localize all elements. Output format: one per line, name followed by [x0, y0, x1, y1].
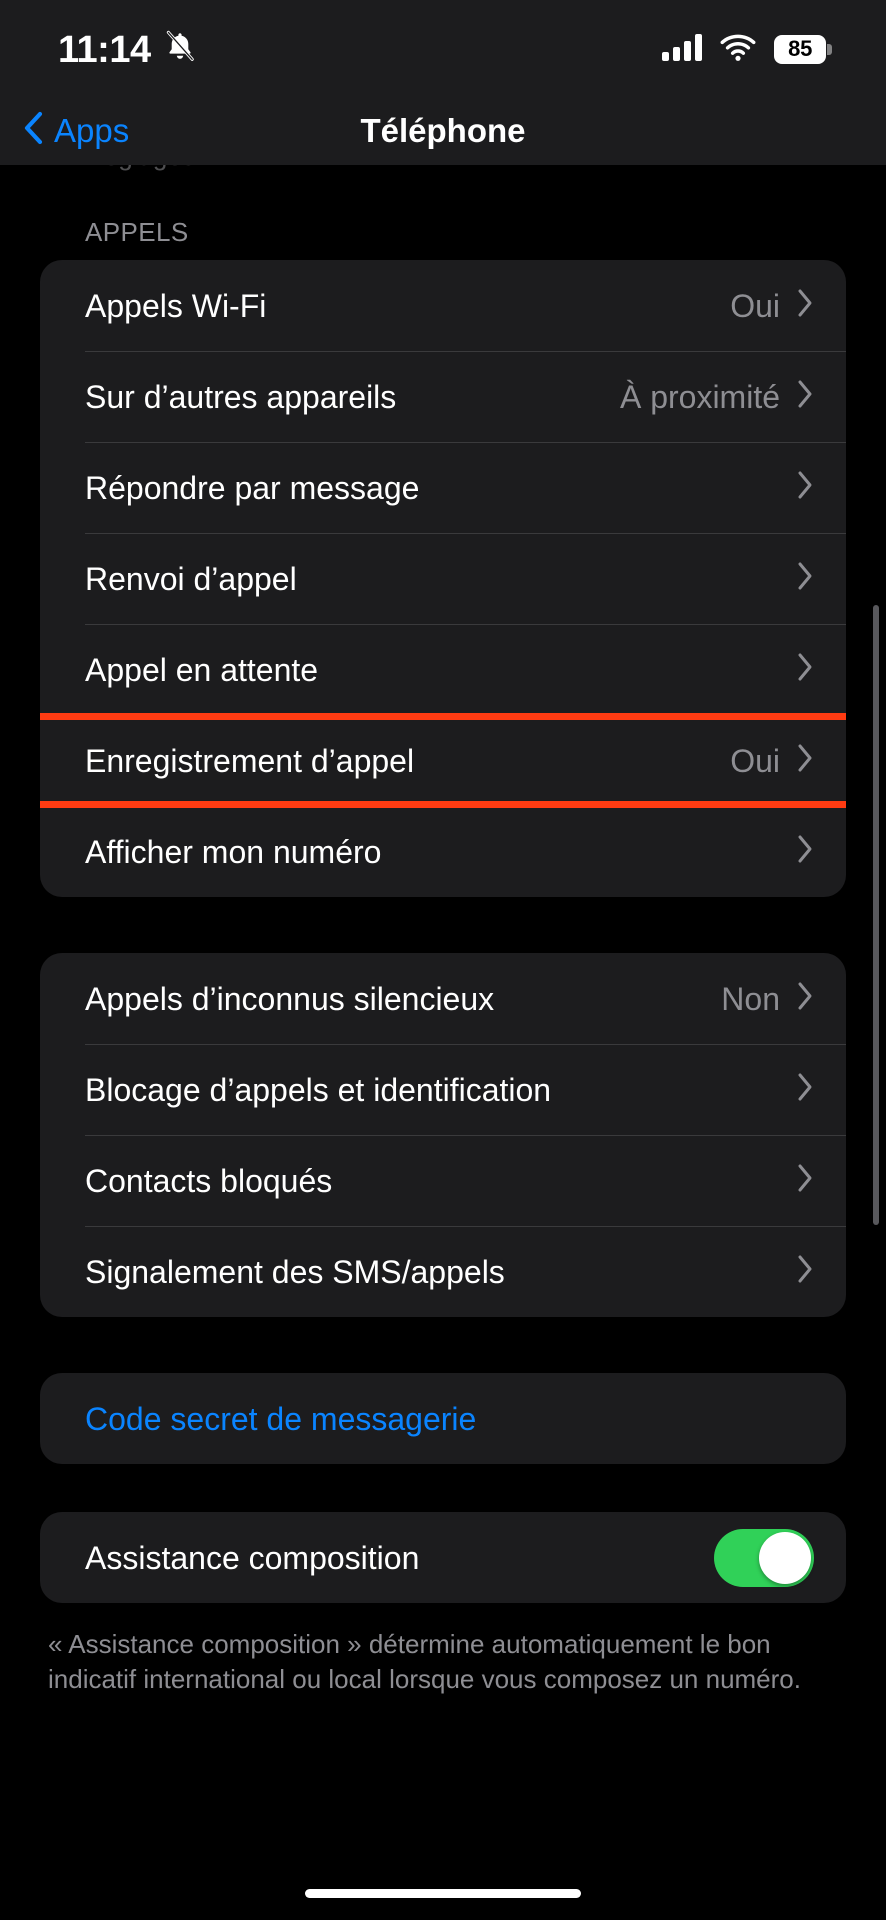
row-repondre-par-message[interactable]: Répondre par message	[40, 442, 846, 533]
chevron-right-icon	[796, 981, 814, 1016]
section-header-appels: APPELS	[85, 217, 189, 247]
row-label: Renvoi d’appel	[85, 560, 297, 597]
status-bar-right: 85	[662, 31, 832, 66]
battery-indicator: 85	[774, 34, 832, 64]
highlighted-row-wrapper: Enregistrement d’appel Oui	[40, 713, 846, 808]
battery-shell: 85	[774, 34, 827, 64]
assistance-composition-toggle[interactable]	[714, 1528, 814, 1587]
chevron-right-icon	[796, 652, 814, 687]
status-bar: 11:14 85	[0, 0, 886, 96]
back-button[interactable]: Apps	[22, 110, 129, 151]
toggle-knob	[759, 1531, 811, 1584]
row-label: Appel en attente	[85, 651, 319, 688]
row-renvoi-dappel[interactable]: Renvoi d’appel	[40, 533, 846, 624]
wifi-icon	[719, 33, 757, 66]
status-bar-left: 11:14	[58, 27, 195, 69]
chevron-right-icon	[796, 1254, 814, 1289]
row-separator	[85, 624, 846, 625]
row-label: Assistance composition	[85, 1539, 420, 1576]
row-label: Appels d’inconnus silencieux	[85, 980, 495, 1017]
chevron-right-icon	[796, 1163, 814, 1198]
row-label: Code secret de messagerie	[85, 1400, 477, 1437]
row-signalement-sms-appels[interactable]: Signalement des SMS/appels	[40, 1226, 846, 1317]
row-value: Oui	[730, 742, 780, 779]
row-value: À proximité	[619, 378, 780, 415]
row-assistance-composition[interactable]: Assistance composition	[40, 1512, 846, 1603]
chevron-right-icon	[796, 834, 814, 869]
row-label: Signalement des SMS/appels	[85, 1253, 505, 1290]
partially-scrolled-row: Réglages	[0, 165, 886, 187]
row-sur-dautres-appareils[interactable]: Sur d’autres appareils À proximité	[40, 351, 846, 442]
page-title: Téléphone	[360, 112, 526, 149]
cellular-bars-icon	[662, 33, 702, 66]
row-appels-wifi[interactable]: Appels Wi-Fi Oui	[40, 260, 846, 351]
row-blocage-appels-identification[interactable]: Blocage d’appels et identification	[40, 1044, 846, 1135]
row-value: Oui	[730, 287, 780, 324]
chevron-left-icon	[22, 110, 44, 151]
row-enregistrement-dappel[interactable]: Enregistrement d’appel Oui	[40, 715, 846, 806]
chevron-right-icon	[796, 1072, 814, 1107]
row-separator	[85, 1226, 846, 1227]
row-separator	[85, 1044, 846, 1045]
row-afficher-mon-numero[interactable]: Afficher mon numéro	[40, 806, 846, 897]
chevron-right-icon	[796, 379, 814, 414]
battery-percent: 85	[788, 36, 813, 61]
partially-scrolled-text: Réglages	[85, 165, 195, 172]
row-value: Non	[721, 980, 780, 1017]
row-separator	[85, 442, 846, 443]
home-indicator[interactable]	[305, 1889, 581, 1898]
chevron-right-icon	[796, 743, 814, 778]
settings-scroll-view[interactable]: Réglages APPELS Appels Wi-Fi Oui Sur d’a…	[0, 165, 886, 1920]
chevron-right-icon	[796, 561, 814, 596]
battery-nub	[827, 43, 832, 55]
settings-group-assistance-composition: Assistance composition	[40, 1512, 846, 1603]
row-label: Répondre par message	[85, 469, 420, 506]
row-label: Enregistrement d’appel	[85, 742, 415, 779]
row-separator	[85, 351, 846, 352]
row-contacts-bloques[interactable]: Contacts bloqués	[40, 1135, 846, 1226]
row-label: Appels Wi-Fi	[85, 287, 267, 324]
row-appel-en-attente[interactable]: Appel en attente	[40, 624, 846, 715]
row-label: Afficher mon numéro	[85, 833, 382, 870]
row-label: Contacts bloqués	[85, 1162, 333, 1199]
row-label: Blocage d’appels et identification	[85, 1071, 552, 1108]
settings-group-blocage: Appels d’inconnus silencieux Non Blocage…	[40, 953, 846, 1317]
navigation-bar: Apps Téléphone	[0, 96, 886, 165]
row-code-secret-messagerie[interactable]: Code secret de messagerie	[40, 1373, 846, 1464]
bell-slash-icon	[165, 30, 195, 67]
row-separator	[85, 1135, 846, 1136]
footer-description: « Assistance composition » détermine aut…	[48, 1629, 801, 1695]
settings-group-code-secret: Code secret de messagerie	[40, 1373, 846, 1464]
status-clock: 11:14	[58, 29, 151, 71]
vertical-scrollbar[interactable]	[873, 605, 879, 1225]
back-button-label: Apps	[54, 112, 130, 149]
row-separator	[85, 806, 846, 807]
chevron-right-icon	[796, 470, 814, 505]
row-label: Sur d’autres appareils	[85, 378, 397, 415]
row-appels-inconnus-silencieux[interactable]: Appels d’inconnus silencieux Non	[40, 953, 846, 1044]
settings-group-appels: Appels Wi-Fi Oui Sur d’autres appareils …	[40, 260, 846, 897]
row-separator	[85, 533, 846, 534]
chevron-right-icon	[796, 288, 814, 323]
phone-screen: 11:14 85 Apps Téléphone APPELS Appels Wi…	[0, 0, 886, 1920]
